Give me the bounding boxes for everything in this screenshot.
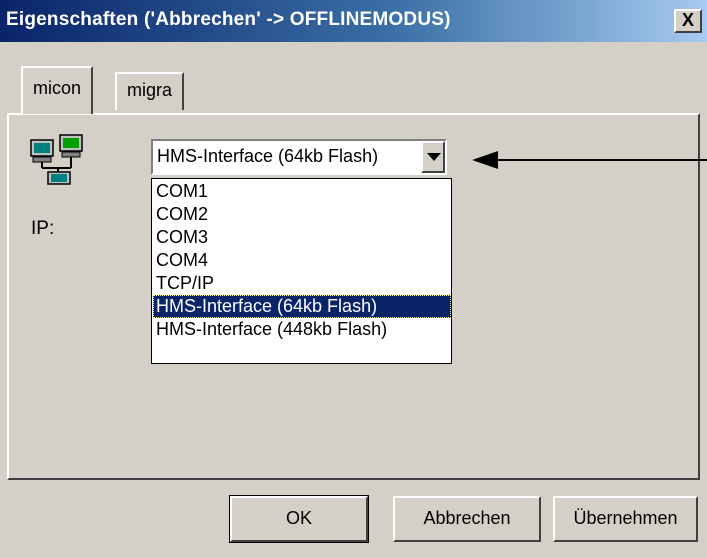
list-item[interactable]: HMS-Interface (448kb Flash) xyxy=(153,318,451,341)
cancel-button[interactable]: Abbrechen xyxy=(393,496,541,542)
chevron-down-icon xyxy=(427,153,441,161)
title-bar[interactable]: Eigenschaften ('Abbrechen' -> OFFLINEMOD… xyxy=(0,0,707,42)
interface-combo-value: HMS-Interface (64kb Flash) xyxy=(157,146,379,166)
list-item[interactable]: COM3 xyxy=(153,226,451,249)
interface-combo[interactable]: HMS-Interface (64kb Flash) xyxy=(151,139,447,175)
tab-migra[interactable]: migra xyxy=(115,72,185,110)
list-item[interactable]: COM1 xyxy=(153,180,451,203)
tab-micon[interactable]: micon xyxy=(21,66,94,114)
close-icon: X xyxy=(681,10,694,30)
network-computers-icon xyxy=(30,134,83,185)
apply-button[interactable]: Übernehmen xyxy=(553,496,698,542)
close-button[interactable]: X xyxy=(674,9,702,33)
ip-label: IP: xyxy=(31,218,55,239)
window-title: Eigenschaften ('Abbrechen' -> OFFLINEMOD… xyxy=(6,9,451,30)
pointer-arrow-icon xyxy=(472,151,707,169)
interface-dropdown-list: COM1 COM2 COM3 COM4 TCP/IP HMS-Interface… xyxy=(151,178,452,364)
list-item-selected[interactable]: HMS-Interface (64kb Flash) xyxy=(153,295,451,318)
list-item[interactable]: COM2 xyxy=(153,203,451,226)
list-item[interactable]: COM4 xyxy=(153,249,451,272)
ok-button[interactable]: OK xyxy=(229,495,369,543)
list-item[interactable]: TCP/IP xyxy=(153,272,451,295)
combo-dropdown-button[interactable] xyxy=(421,141,445,173)
